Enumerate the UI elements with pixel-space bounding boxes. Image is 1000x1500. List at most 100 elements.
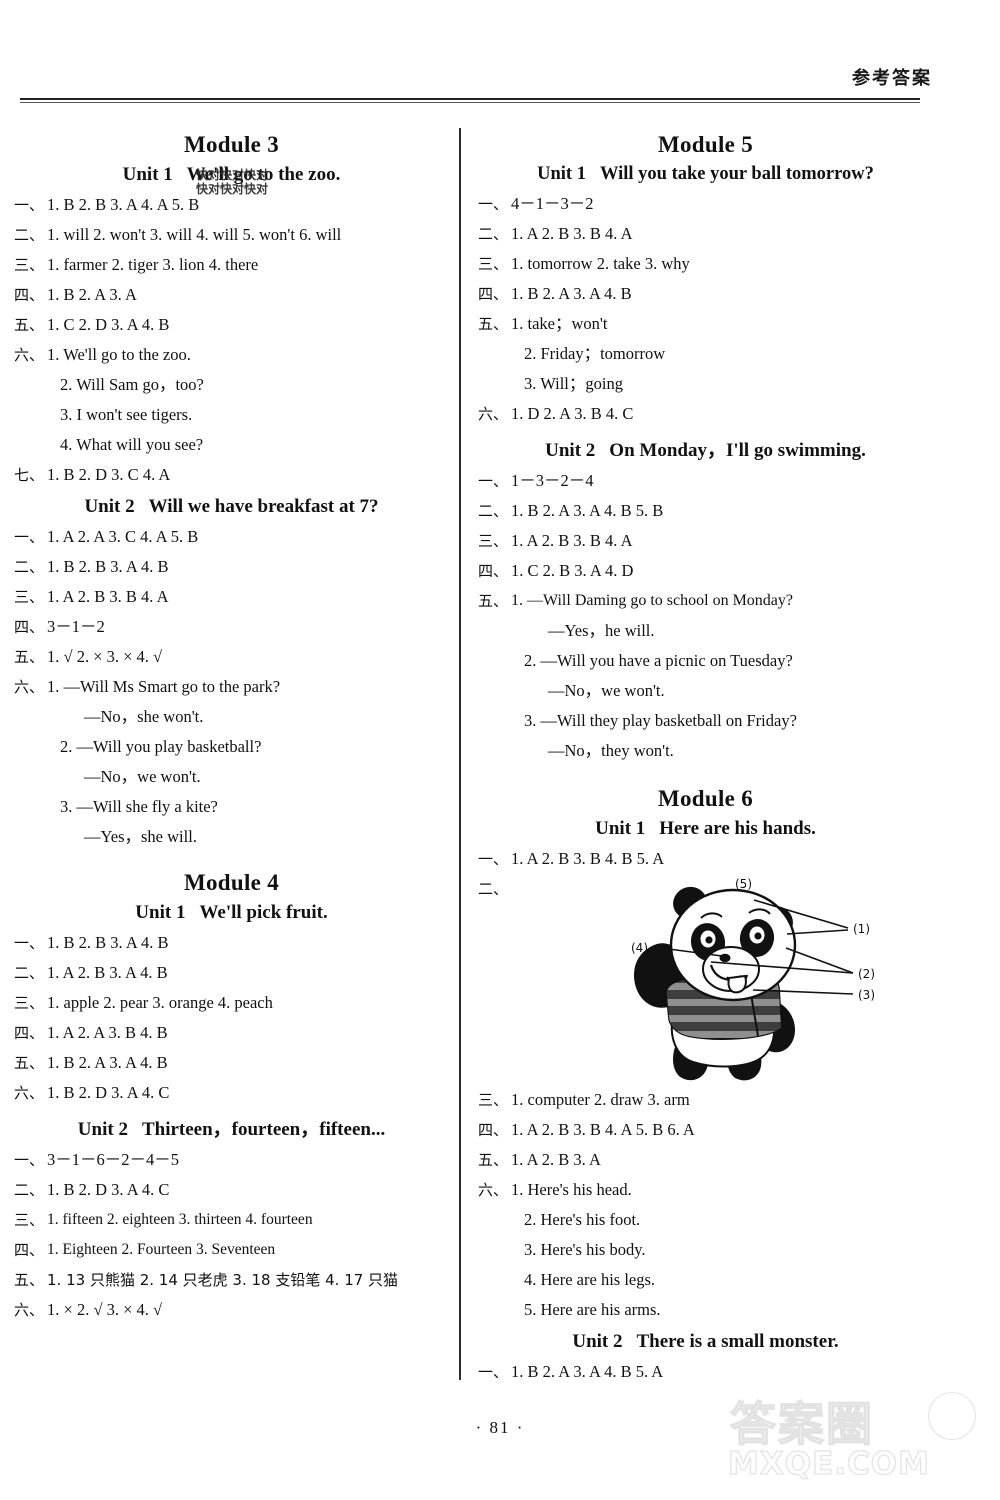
- answer-text: 1. We'll go to the zoo.: [47, 345, 191, 364]
- answer-marker: 三、: [14, 994, 45, 1012]
- answer-key-page: 参考答案 Module 3 Unit 1 We'll go to the zoo.…: [0, 0, 1000, 1500]
- answer-text: 1. farmer 2. tiger 3. lion 4. there: [47, 255, 259, 274]
- answer-subline: 2. Friday；tomorrow: [524, 344, 666, 363]
- answer-row: 七、 1. B 2. D 3. C 4. A: [14, 460, 449, 490]
- figure-row: 二、 (5) (1) (2) (3) (4): [478, 874, 933, 1085]
- answer-row: 二、 1. A 2. B 3. B 4. A: [478, 219, 933, 249]
- module-4-title: Module 4: [183, 870, 280, 895]
- module4-unit1-label: Unit 1: [135, 902, 186, 923]
- panda-svg: (5) (1) (2) (3) (4): [631, 877, 875, 1081]
- answer-row: 四、 1. Eighteen 2. Fourteen 3. Seventeen: [14, 1235, 449, 1265]
- answer-subline: 4. What will you see?: [60, 435, 204, 454]
- answer-row: 六、 1. Here's his head.: [478, 1175, 933, 1205]
- answer-row: 五、 1. take；won't: [478, 309, 933, 339]
- module3-unit1-name: We'll go to the zoo.: [186, 164, 341, 185]
- answer-marker: 四、: [478, 562, 509, 580]
- column-divider: [459, 128, 461, 1380]
- answer-text: 1. D 2. A 3. B 4. C: [511, 404, 634, 423]
- answer-text: 1－3－2－4: [511, 471, 594, 490]
- answer-marker: 三、: [478, 1091, 509, 1109]
- answer-marker: 六、: [478, 1181, 509, 1199]
- answer-marker: 三、: [478, 255, 509, 273]
- answer-row: 三、 1. fifteen 2. eighteen 3. thirteen 4. …: [14, 1205, 449, 1235]
- header-title: 参考答案: [852, 68, 932, 89]
- answer-text: 1. A 2. B 3. A: [511, 1150, 601, 1169]
- answer-marker: 一、: [478, 472, 509, 490]
- answer-subline: 2. —Will you play basketball?: [60, 737, 262, 756]
- answer-marker: 二、: [478, 225, 509, 243]
- module6-unit2-title: Unit 2 There is a small monster.: [478, 1331, 933, 1353]
- answer-marker: 六、: [14, 346, 45, 364]
- answer-row: 六、 1. × 2. √ 3. × 4. √: [14, 1295, 449, 1325]
- module5-unit1-name: Will you take your ball tomorrow?: [599, 164, 874, 184]
- module-3-title: Module 3: [183, 132, 280, 157]
- answer-row: 一、 4－1－3－2: [478, 189, 933, 219]
- brand-watermark-en: MXQE.COM: [727, 1445, 931, 1482]
- answer-row: 三、 1. A 2. B 3. B 4. A: [478, 526, 933, 556]
- answer-text: 1. A 2. B 3. B 4. A: [511, 224, 633, 243]
- answer-row: 二、 1. A 2. B 3. A 4. B: [14, 958, 449, 988]
- answer-text: 1. tomorrow 2. take 3. why: [511, 254, 690, 273]
- answer-row: 一、 1. B 2. B 3. A 4. B: [14, 928, 449, 958]
- module4-unit1-name: We'll pick fruit.: [199, 902, 328, 923]
- answer-subline: 4. Here are his legs.: [524, 1270, 656, 1289]
- answer-text: 1. —Will Daming go to school on Monday?: [511, 592, 794, 609]
- answer-row: 五、 1. A 2. B 3. A: [478, 1145, 933, 1175]
- answer-text: 1. computer 2. draw 3. arm: [511, 1090, 690, 1109]
- answer-subline: 3. Will；going: [524, 374, 623, 393]
- answer-marker: 三、: [14, 256, 45, 274]
- module6-unit2-label: Unit 2: [572, 1331, 623, 1352]
- left-column: Module 3 Unit 1 We'll go to the zoo. 一、 1.…: [14, 132, 449, 1325]
- answer-text: 1. take；won't: [511, 314, 608, 333]
- answer-marker: 六、: [14, 678, 45, 696]
- answer-marker: 五、: [14, 1054, 45, 1072]
- answer-marker: 三、: [14, 588, 45, 606]
- answer-row: 一、 1. A 2. A 3. C 4. A 5. B: [14, 522, 449, 552]
- answer-row: 一、 1. B 2. A 3. A 4. B 5. A: [478, 1357, 933, 1387]
- answer-text: 1. A 2. A 3. B 4. B: [47, 1023, 168, 1042]
- answer-marker: 四、: [14, 618, 45, 636]
- answer-text: 1. × 2. √ 3. × 4. √: [47, 1300, 163, 1319]
- answer-text: 1. B 2. D 3. C 4. A: [47, 465, 171, 484]
- answer-text: 1. fifteen 2. eighteen 3. thirteen 4. fo…: [47, 1211, 313, 1228]
- right-column: Module 5 Unit 1 Will you take your ball t…: [478, 132, 933, 1387]
- answer-marker: 二、: [478, 502, 509, 520]
- answer-marker: 五、: [14, 1271, 45, 1289]
- answer-text: 1. B 2. A 3. A 4. B 5. A: [511, 1362, 664, 1381]
- answer-text: 1. B 2. A 3. A 4. B: [511, 284, 632, 303]
- answer-marker: 一、: [478, 1363, 509, 1381]
- answer-text: 1. A 2. B 3. B 4. A: [47, 587, 169, 606]
- answer-marker: 一、: [14, 528, 45, 546]
- answer-text: 1. A 2. A 3. C 4. A 5. B: [47, 527, 199, 546]
- answer-marker: 一、: [14, 196, 45, 214]
- answer-marker: 五、: [14, 316, 45, 334]
- answer-subline: —No，she won't.: [84, 707, 204, 726]
- module3-unit2-title: Unit 2 Will we have breakfast at 7?: [14, 496, 449, 518]
- answer-text: 3－1－6－2－4－5: [47, 1150, 180, 1169]
- answer-row: 四、 1. A 2. B 3. B 4. A 5. B 6. A: [478, 1115, 933, 1145]
- answer-row: 四、 1. B 2. A 3. A: [14, 280, 449, 310]
- answer-text: 1. B 2. D 3. A 4. C: [47, 1180, 170, 1199]
- answer-marker: 五、: [478, 315, 509, 333]
- answer-text: 1. B 2. D 3. A 4. C: [47, 1083, 170, 1102]
- brand-watermark: 答案圈 MXQE.COM: [702, 1386, 982, 1494]
- module3-unit2-label: Unit 2: [84, 496, 135, 517]
- module4-unit2-label: Unit 2: [77, 1119, 128, 1140]
- answer-row: 二、 1. B 2. B 3. A 4. B: [14, 552, 449, 582]
- answer-marker: 一、: [14, 1151, 45, 1169]
- answer-marker: 二、: [14, 226, 45, 244]
- answer-marker: 二、: [14, 558, 45, 576]
- answer-text: 1. B 2. B 3. A 4. B: [47, 933, 169, 952]
- answer-marker: 四、: [478, 1121, 509, 1139]
- answer-text: 1. Here's his head.: [511, 1180, 632, 1199]
- answer-marker: 六、: [14, 1084, 45, 1102]
- answer-marker: 一、: [478, 195, 509, 213]
- answer-row: 五、 1. —Will Daming go to school on Monday…: [478, 586, 933, 616]
- answer-marker: 四、: [14, 1024, 45, 1042]
- answer-marker: 五、: [478, 1151, 509, 1169]
- answer-text: 1. 13 只熊猫 2. 14 只老虎 3. 18 支铅笔 4. 17 只猫: [47, 1271, 399, 1289]
- module6-unit2-name: There is a small monster.: [636, 1331, 839, 1352]
- module4-unit2-title: Unit 2 Thirteen，fourteen，fifteen...: [14, 1114, 449, 1141]
- answer-row: 四、 1. C 2. B 3. A 4. D: [478, 556, 933, 586]
- module5-unit2-label: Unit 2: [545, 440, 596, 461]
